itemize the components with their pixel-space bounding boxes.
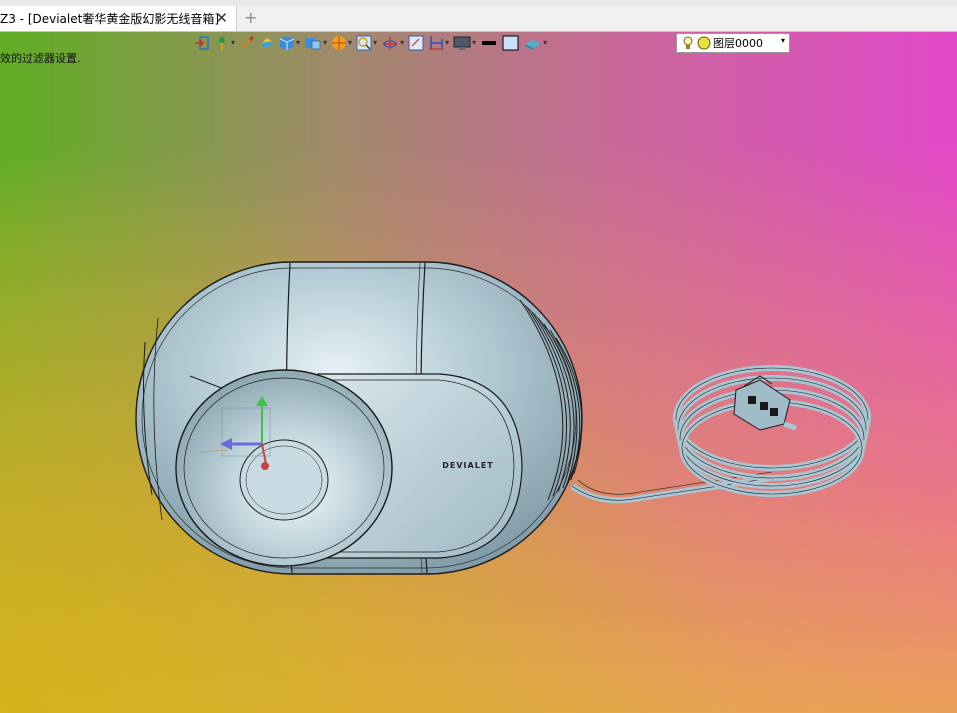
- axis-icon: [383, 37, 398, 50]
- zoom-button[interactable]: ▾: [356, 32, 377, 54]
- woofer: [175, 369, 393, 567]
- fill-color-icon: [502, 35, 519, 51]
- render-sphere-icon: [332, 36, 347, 50]
- view-cube-button[interactable]: ▾: [304, 32, 327, 54]
- chevron-down-icon[interactable]: ▾: [472, 38, 476, 48]
- exit-icon: [195, 36, 209, 50]
- speaker-model[interactable]: DEVIALET: [0, 0, 957, 713]
- document-tab[interactable]: Z3 - [Devialet奢华黄金版幻影无线音箱] ✕: [0, 6, 237, 31]
- layer-color-icon: [697, 36, 711, 50]
- chevron-down-icon[interactable]: ▾: [781, 36, 785, 45]
- section-icon: [429, 36, 444, 50]
- frame-icon: [408, 35, 424, 51]
- chevron-down-icon[interactable]: ▾: [373, 38, 377, 48]
- chevron-down-icon[interactable]: ▾: [400, 38, 404, 48]
- fill-color-button[interactable]: [502, 32, 520, 54]
- display-icon: [453, 36, 471, 50]
- layer-selector[interactable]: 图层0000 ▾: [676, 33, 790, 53]
- axis-button[interactable]: ▾: [381, 32, 404, 54]
- document-tab-title: Z3 - [Devialet奢华黄金版幻影无线音箱]: [0, 12, 220, 26]
- cable-coil: [673, 365, 871, 497]
- chevron-down-icon[interactable]: ▾: [323, 38, 327, 48]
- 3d-viewport[interactable]: DEVIALET: [0, 0, 957, 713]
- frame-button[interactable]: [408, 32, 424, 54]
- display-button[interactable]: ▾: [453, 32, 476, 54]
- chevron-down-icon[interactable]: ▾: [543, 38, 547, 48]
- view-cube-icon: [305, 38, 321, 50]
- layer-name: 图层0000: [713, 37, 763, 50]
- view-toolbar: ▾ ▾ ▾ ▾ ▾ ▾ ▾ ▾ ▾: [194, 32, 551, 54]
- close-tab-icon[interactable]: ✕: [215, 9, 228, 27]
- zoom-icon: [356, 35, 372, 51]
- chevron-down-icon[interactable]: ▾: [296, 38, 300, 48]
- material-button[interactable]: ▾: [524, 32, 547, 54]
- material-icon: [525, 40, 542, 50]
- surface-icon: [260, 38, 275, 48]
- power-plug: [733, 375, 797, 431]
- filter-status-message: 效的过滤器设置.: [0, 52, 81, 65]
- brand-logo: DEVIALET: [442, 461, 493, 470]
- exit-button[interactable]: [194, 32, 210, 54]
- cube-button[interactable]: ▾: [279, 32, 300, 54]
- chevron-down-icon[interactable]: ▾: [348, 38, 352, 48]
- chevron-down-icon[interactable]: ▾: [231, 38, 235, 48]
- document-tab-bar: Z3 - [Devialet奢华黄金版幻影无线音箱] ✕ +: [0, 6, 957, 32]
- chevron-down-icon[interactable]: ▾: [445, 38, 449, 48]
- line-color-button[interactable]: [480, 32, 498, 54]
- section-button[interactable]: ▾: [428, 32, 449, 54]
- brush-button[interactable]: [239, 32, 255, 54]
- brush-icon: [241, 35, 255, 49]
- surface-button[interactable]: [259, 32, 275, 54]
- pick-point-button[interactable]: ▾: [214, 32, 235, 54]
- line-color-icon: [482, 41, 497, 45]
- new-tab-button[interactable]: +: [244, 8, 257, 28]
- cube-icon: [279, 36, 295, 50]
- pick-point-icon: [219, 37, 225, 50]
- render-sphere-button[interactable]: ▾: [331, 32, 352, 54]
- lightbulb-icon[interactable]: [681, 35, 695, 51]
